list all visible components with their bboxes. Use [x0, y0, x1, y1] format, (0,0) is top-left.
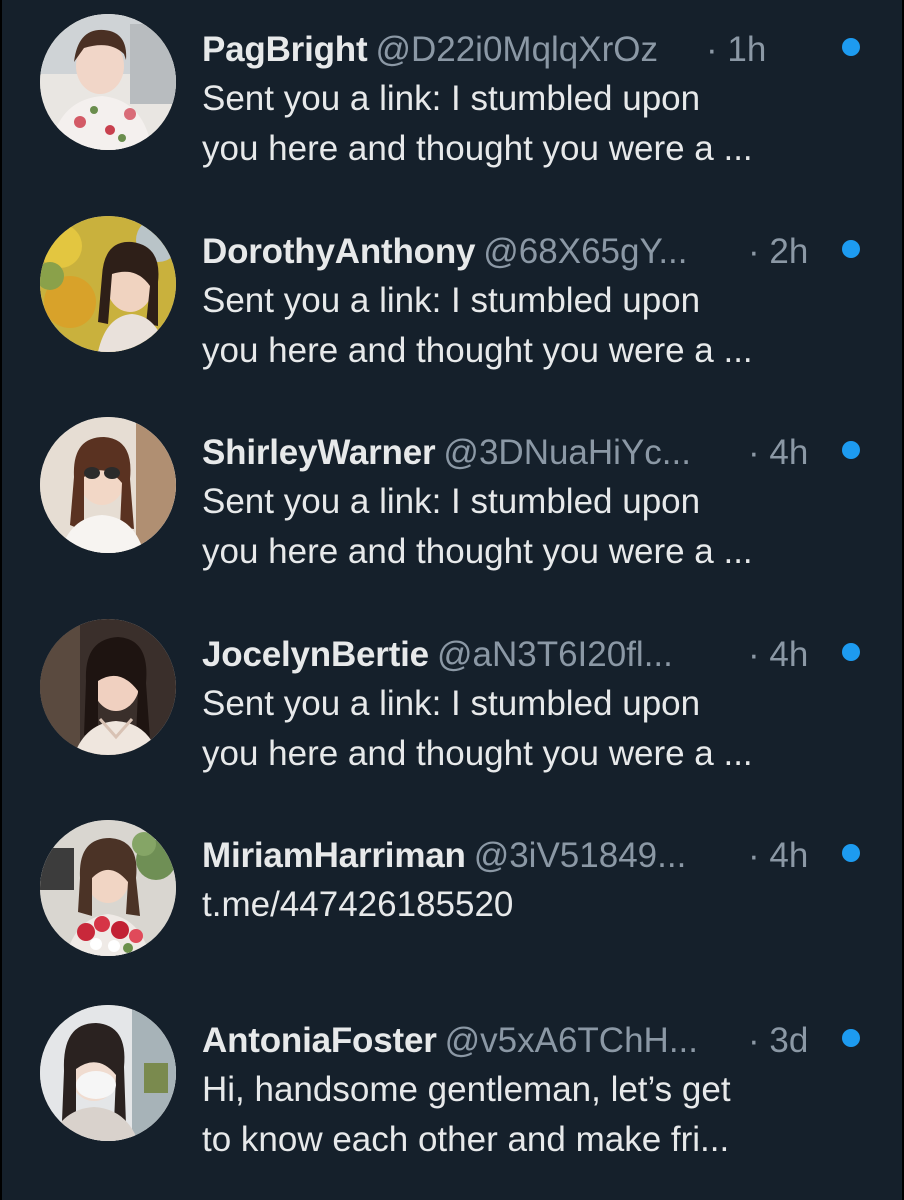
conversation-item[interactable]: MiriamHarriman @3iV51849... · 4h t.me/447…	[0, 818, 904, 1008]
timestamp: · 4h	[748, 836, 809, 875]
conversation-header: AntoniaFoster @v5xA6TChH...	[202, 1019, 822, 1063]
conversation-item[interactable]: AntoniaFoster @v5xA6TChH... · 3d Hi, hand…	[0, 1003, 904, 1193]
avatar[interactable]	[40, 417, 176, 553]
display-name[interactable]: JocelynBertie	[202, 635, 429, 674]
message-preview: Hi, handsome gentleman, let’s get to kno…	[202, 1065, 842, 1165]
display-name[interactable]: ShirleyWarner	[202, 433, 436, 472]
messages-list: PagBright @D22i0MqlqXrOz · 1h Sent you a …	[0, 0, 904, 1200]
profile-photo-icon	[40, 417, 176, 553]
conversation-item[interactable]: DorothyAnthony @68X65gY... · 2h Sent you …	[0, 214, 904, 404]
timestamp: · 4h	[748, 635, 809, 674]
message-preview: Sent you a link: I stumbled upon you her…	[202, 74, 842, 174]
avatar[interactable]	[40, 14, 176, 150]
avatar[interactable]	[40, 1005, 176, 1141]
display-name[interactable]: AntoniaFoster	[202, 1021, 437, 1060]
preview-line: t.me/447426185520	[202, 885, 514, 924]
display-name[interactable]: PagBright	[202, 30, 368, 69]
preview-line: you here and thought you were a ...	[202, 129, 753, 168]
user-handle: @v5xA6TChH...	[444, 1021, 698, 1060]
avatar[interactable]	[40, 820, 176, 956]
conversation-header: DorothyAnthony @68X65gY...	[202, 230, 822, 274]
timestamp: · 4h	[748, 433, 809, 472]
timestamp: · 1h	[706, 30, 767, 69]
profile-photo-icon	[40, 1005, 176, 1141]
user-handle: @3iV51849...	[473, 836, 687, 875]
conversation-header: MiriamHarriman @3iV51849...	[202, 834, 822, 878]
user-handle: @aN3T6I20fl...	[436, 635, 673, 674]
preview-line: you here and thought you were a ...	[202, 532, 753, 571]
preview-line: you here and thought you were a ...	[202, 734, 753, 773]
user-handle: @3DNuaHiYc...	[443, 433, 691, 472]
conversation-item[interactable]: ShirleyWarner @3DNuaHiYc... · 4h Sent you…	[0, 415, 904, 605]
message-preview: t.me/447426185520	[202, 880, 842, 930]
conversation-header: JocelynBertie @aN3T6I20fl...	[202, 633, 822, 677]
profile-photo-icon	[40, 14, 176, 150]
timestamp: · 3d	[748, 1021, 809, 1060]
unread-indicator-icon	[842, 240, 860, 258]
preview-line: Sent you a link: I stumbled upon	[202, 684, 701, 723]
preview-line: Hi, handsome gentleman, let’s get	[202, 1070, 731, 1109]
display-name[interactable]: DorothyAnthony	[202, 232, 475, 271]
avatar[interactable]	[40, 619, 176, 755]
conversation-header: ShirleyWarner @3DNuaHiYc...	[202, 431, 822, 475]
display-name[interactable]: MiriamHarriman	[202, 836, 466, 875]
preview-line: Sent you a link: I stumbled upon	[202, 79, 701, 118]
profile-photo-icon	[40, 216, 176, 352]
unread-indicator-icon	[842, 643, 860, 661]
preview-line: to know each other and make fri...	[202, 1120, 730, 1159]
user-handle: @D22i0MqlqXrOz	[375, 30, 659, 69]
unread-indicator-icon	[842, 1029, 860, 1047]
unread-indicator-icon	[842, 844, 860, 862]
profile-photo-icon	[40, 820, 176, 956]
preview-line: Sent you a link: I stumbled upon	[202, 281, 701, 320]
message-preview: Sent you a link: I stumbled upon you her…	[202, 276, 842, 376]
message-preview: Sent you a link: I stumbled upon you her…	[202, 477, 842, 577]
timestamp: · 2h	[748, 232, 809, 271]
conversation-item[interactable]: PagBright @D22i0MqlqXrOz · 1h Sent you a …	[0, 12, 904, 202]
user-handle: @68X65gY...	[483, 232, 688, 271]
profile-photo-icon	[40, 619, 176, 755]
preview-line: Sent you a link: I stumbled upon	[202, 482, 701, 521]
conversation-item[interactable]: JocelynBertie @aN3T6I20fl... · 4h Sent yo…	[0, 617, 904, 807]
preview-line: you here and thought you were a ...	[202, 331, 753, 370]
avatar[interactable]	[40, 216, 176, 352]
unread-indicator-icon	[842, 441, 860, 459]
unread-indicator-icon	[842, 38, 860, 56]
message-preview: Sent you a link: I stumbled upon you her…	[202, 679, 842, 779]
